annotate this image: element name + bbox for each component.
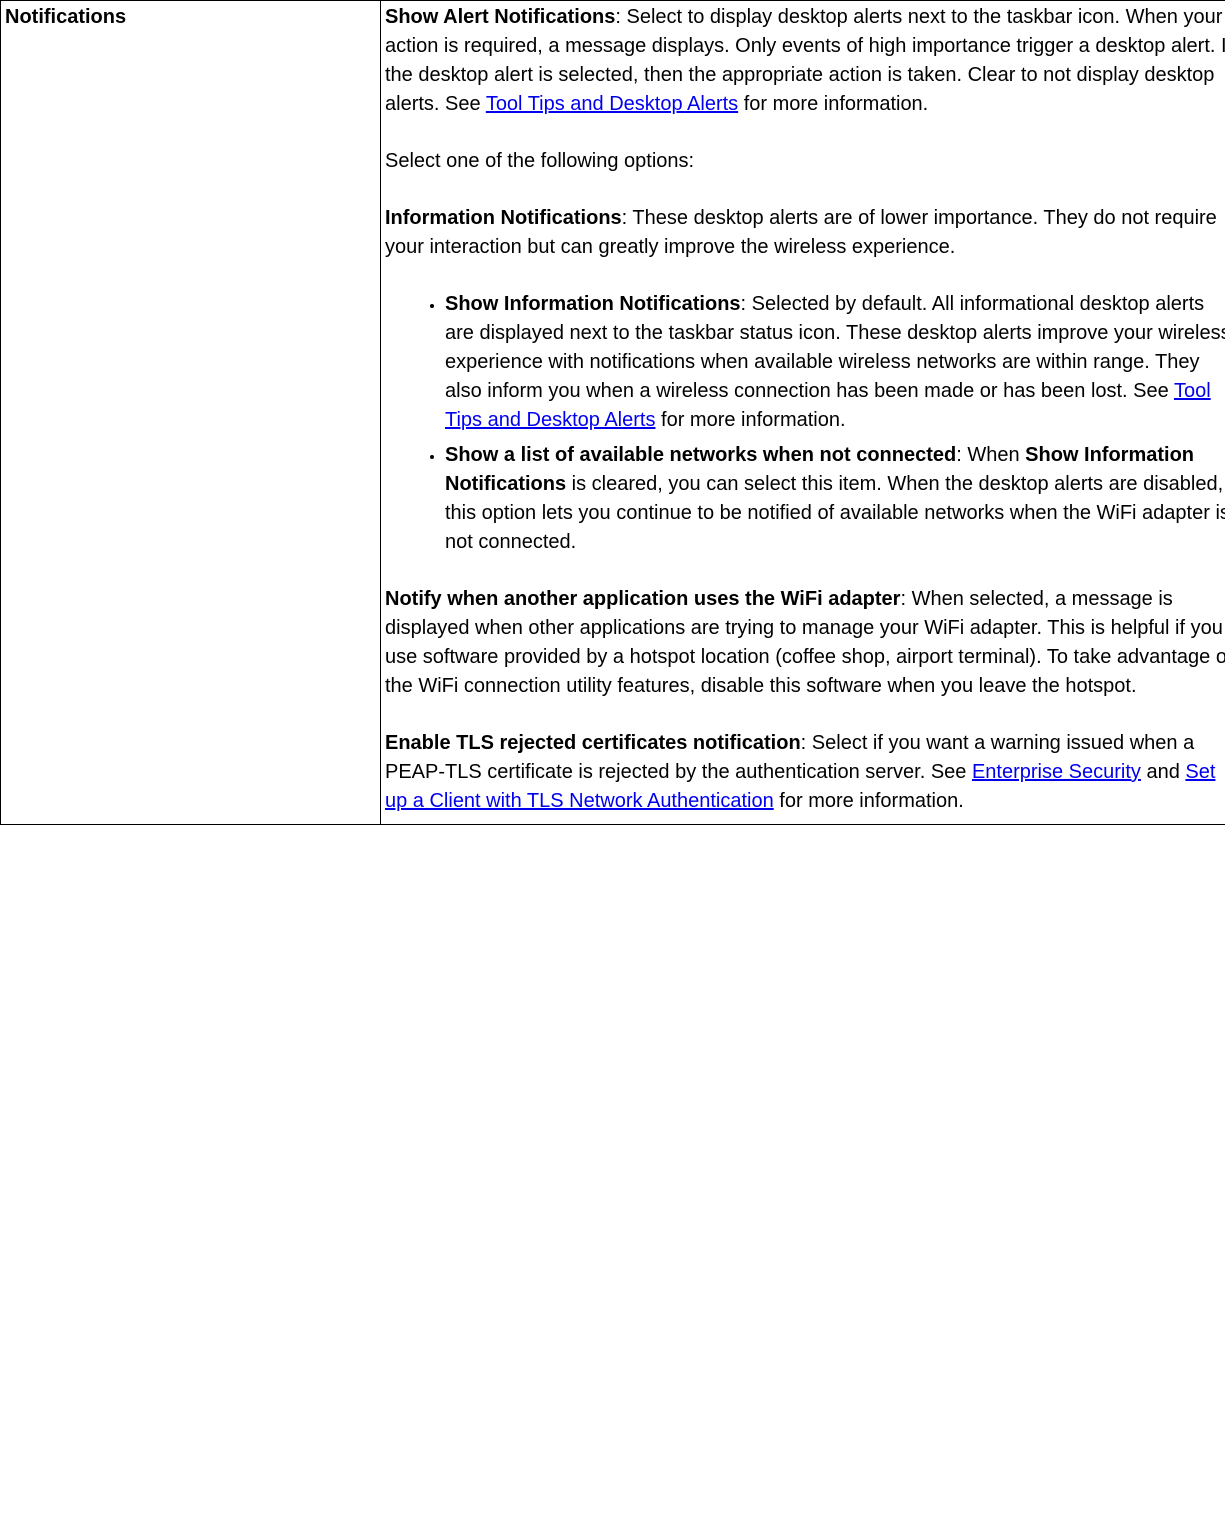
enterprise-security-link[interactable]: Enterprise Security bbox=[972, 761, 1141, 783]
text: : When bbox=[956, 444, 1025, 466]
text: and bbox=[1141, 761, 1185, 783]
select-options-paragraph: Select one of the following options: bbox=[385, 147, 1225, 176]
information-notifications-label: Information Notifications bbox=[385, 207, 622, 229]
list-item: Show a list of available networks when n… bbox=[445, 441, 1225, 557]
tool-tips-link[interactable]: Tool Tips and Desktop Alerts bbox=[486, 93, 738, 115]
enable-tls-paragraph: Enable TLS rejected certificates notific… bbox=[385, 729, 1225, 816]
enable-tls-label: Enable TLS rejected certificates notific… bbox=[385, 732, 801, 754]
information-notifications-paragraph: Information Notifications: These desktop… bbox=[385, 204, 1225, 262]
text: for more information. bbox=[655, 409, 845, 431]
show-alert-notifications-label: Show Alert Notifications bbox=[385, 6, 615, 28]
show-alert-notifications-paragraph: Show Alert Notifications: Select to disp… bbox=[385, 3, 1225, 119]
text: for more information. bbox=[774, 790, 964, 812]
show-list-networks-label: Show a list of available networks when n… bbox=[445, 444, 956, 466]
notifications-heading: Notifications bbox=[5, 6, 126, 28]
info-notifications-list: Show Information Notifications: Selected… bbox=[385, 290, 1225, 557]
list-item: Show Information Notifications: Selected… bbox=[445, 290, 1225, 435]
notify-another-app-paragraph: Notify when another application uses the… bbox=[385, 585, 1225, 701]
notify-another-app-label: Notify when another application uses the… bbox=[385, 588, 900, 610]
text: for more information. bbox=[738, 93, 928, 115]
show-info-notifications-label: Show Information Notifications bbox=[445, 293, 741, 315]
